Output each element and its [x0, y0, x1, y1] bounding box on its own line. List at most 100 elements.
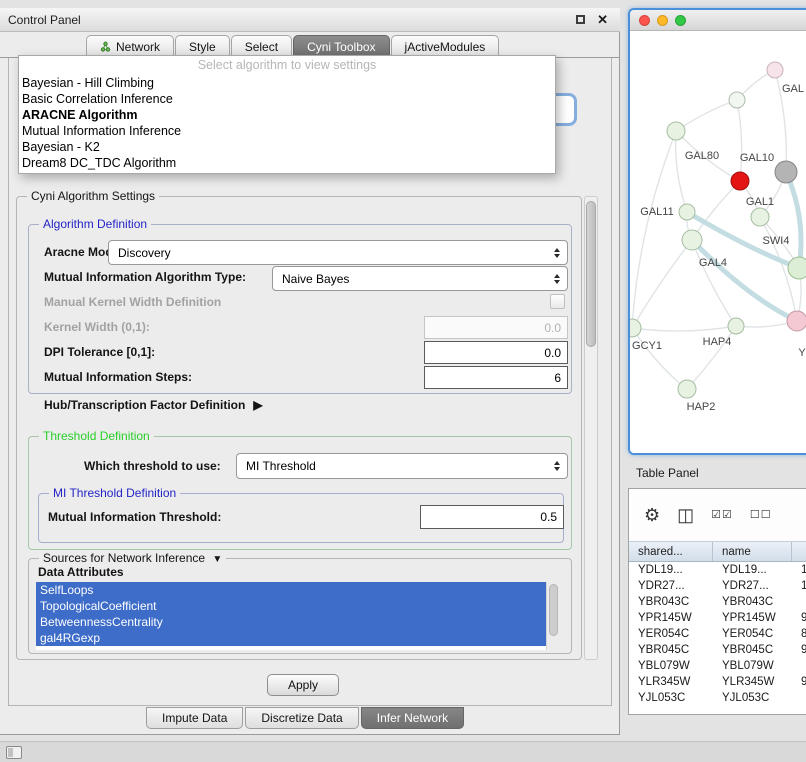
close-window-icon[interactable]: ✕: [597, 12, 608, 28]
table-cell: [792, 690, 806, 706]
network-node-label: HAP4: [703, 336, 732, 348]
tab-discretize-data[interactable]: Discretize Data: [245, 707, 358, 729]
list-scrollbar[interactable]: [546, 582, 560, 650]
list-scrollbar-thumb[interactable]: [549, 584, 558, 636]
close-traffic-light-icon[interactable]: [639, 15, 650, 26]
algorithm-option[interactable]: Basic Correlation Inference: [19, 91, 555, 107]
network-node-pale-pink-top[interactable]: [767, 62, 783, 78]
network-edge[interactable]: [692, 240, 736, 326]
table-row[interactable]: YBL079WYBL079W: [629, 658, 806, 674]
network-canvas[interactable]: GAL80GAL10GAL1GAL11SWI4GAL4GCY1HAP4HAP2G…: [630, 31, 806, 453]
attribute-item[interactable]: BetweennessCentrality: [36, 614, 546, 630]
algorithm-option[interactable]: ARACNE Algorithm: [19, 107, 555, 123]
tab-select[interactable]: Select: [231, 35, 292, 57]
manual-kernel-width-checkbox[interactable]: [550, 294, 565, 309]
zoom-traffic-light-icon[interactable]: [675, 15, 686, 26]
tab-style[interactable]: Style: [175, 35, 230, 57]
table-cell: 12: [792, 578, 806, 594]
attribute-item[interactable]: gal4RGexp: [36, 630, 546, 646]
network-edge[interactable]: [676, 131, 687, 212]
control-panel-titlebar: Control Panel ✕: [0, 8, 620, 32]
tab-label: Network: [116, 40, 160, 54]
select-all-icon[interactable]: ☑☑: [711, 510, 733, 521]
column-header-shared[interactable]: shared...: [629, 542, 713, 561]
table-cell: YPR145W: [713, 610, 792, 626]
table-row[interactable]: YJL053CYJL053C: [629, 690, 806, 706]
minimize-traffic-light-icon[interactable]: [657, 15, 668, 26]
network-node-pale-upper[interactable]: [729, 92, 745, 108]
algorithm-definition-title: Algorithm Definition: [39, 217, 151, 232]
tab-impute-data[interactable]: Impute Data: [146, 707, 243, 729]
float-window-icon[interactable]: [576, 15, 585, 24]
network-node-gal11[interactable]: [679, 204, 695, 220]
tab-jactivemodules[interactable]: jActiveModules: [391, 35, 500, 57]
network-node-hap4[interactable]: [728, 318, 744, 334]
table-row[interactable]: YBR045CYBR045C9.: [629, 642, 806, 658]
network-node-label: GCY1: [632, 340, 662, 352]
algorithm-option[interactable]: Dream8 DC_TDC Algorithm: [19, 155, 555, 171]
table-cell: YBR043C: [629, 594, 713, 610]
network-node-gcy1[interactable]: [630, 319, 641, 337]
dpi-tolerance-field[interactable]: 0.0: [424, 341, 568, 364]
mi-algorithm-type-select[interactable]: Naive Bayes: [272, 266, 568, 291]
network-edge[interactable]: [632, 326, 736, 331]
network-node-gal4[interactable]: [682, 230, 702, 250]
network-edge[interactable]: [676, 100, 737, 131]
which-threshold-select[interactable]: MI Threshold: [236, 453, 568, 479]
apply-button[interactable]: Apply: [267, 674, 339, 696]
network-window-titlebar[interactable]: [630, 10, 806, 31]
tab-infer-network[interactable]: Infer Network: [361, 707, 464, 729]
application: Control Panel ✕ Network StyleSelectCyni T…: [0, 0, 806, 762]
attribute-item[interactable]: TopologicalCoefficient: [36, 598, 546, 614]
network-icon: [100, 41, 111, 52]
settings-gear-icon[interactable]: ⚙: [644, 506, 660, 524]
kernel-width-label: Kernel Width (0,1):: [44, 320, 150, 334]
column-header-name[interactable]: name: [713, 542, 792, 561]
network-edge[interactable]: [737, 100, 742, 181]
table-row[interactable]: YLR345WYLR345W9.: [629, 674, 806, 690]
threshold-definition-title: Threshold Definition: [39, 429, 154, 444]
aracne-mode-select[interactable]: Discovery: [108, 240, 568, 265]
deselect-all-icon[interactable]: ☐☐: [750, 510, 772, 521]
mi-steps-field[interactable]: 6: [424, 366, 568, 389]
table-row[interactable]: YPR145WYPR145W9.: [629, 610, 806, 626]
network-edge[interactable]: [786, 172, 801, 268]
tab-cyni-toolbox[interactable]: Cyni Toolbox: [293, 35, 389, 57]
table-row[interactable]: YDR27...YDR27...12: [629, 578, 806, 594]
network-node-gal1[interactable]: [751, 208, 769, 226]
table-row[interactable]: YER054CYER054C8.: [629, 626, 806, 642]
network-node-label: HAP2: [687, 401, 716, 413]
columns-icon[interactable]: ◫: [677, 506, 694, 524]
spinner-arrows-icon: [554, 461, 560, 471]
attribute-item[interactable]: SelfLoops: [36, 582, 546, 598]
network-edge[interactable]: [632, 328, 687, 389]
algorithm-option[interactable]: Bayesian - K2: [19, 139, 555, 155]
network-edge[interactable]: [692, 240, 797, 321]
network-node-gal80[interactable]: [667, 122, 685, 140]
table-row[interactable]: YDL19...YDL19...13: [629, 562, 806, 578]
network-node-pink-right[interactable]: [787, 311, 806, 331]
attributes-listbox: SelfLoopsTopologicalCoefficientBetweenne…: [36, 582, 560, 650]
algorithm-option[interactable]: Bayesian - Hill Climbing: [19, 75, 555, 91]
table-cell: YBR045C: [713, 642, 792, 658]
mi-threshold-label: Mutual Information Threshold:: [48, 510, 221, 524]
settings-scrollbar-thumb[interactable]: [586, 201, 596, 347]
table-cell: YDR27...: [629, 578, 713, 594]
table-row[interactable]: YBR043CYBR043C: [629, 594, 806, 610]
network-node-swi4[interactable]: [788, 257, 806, 279]
aracne-mode-value: Discovery: [118, 246, 554, 260]
column-header-extra[interactable]: [792, 542, 806, 561]
mi-threshold-field[interactable]: 0.5: [420, 505, 564, 529]
table-cell: 9.: [792, 674, 806, 690]
network-node-gal10-gray[interactable]: [775, 161, 797, 183]
network-edge[interactable]: [632, 131, 676, 328]
settings-scrollbar[interactable]: [584, 196, 598, 660]
network-node-hap2[interactable]: [678, 380, 696, 398]
tab-network[interactable]: Network: [86, 35, 174, 57]
hub-definition-expander[interactable]: Hub/Transcription Factor Definition ▶: [44, 398, 263, 412]
algorithm-option[interactable]: Mutual Information Inference: [19, 123, 555, 139]
network-node-gal10-red[interactable]: [731, 172, 749, 190]
table-cell: YER054C: [629, 626, 713, 642]
collapse-down-icon[interactable]: ▼: [212, 554, 222, 565]
hidden-panel-icon[interactable]: [6, 746, 22, 759]
